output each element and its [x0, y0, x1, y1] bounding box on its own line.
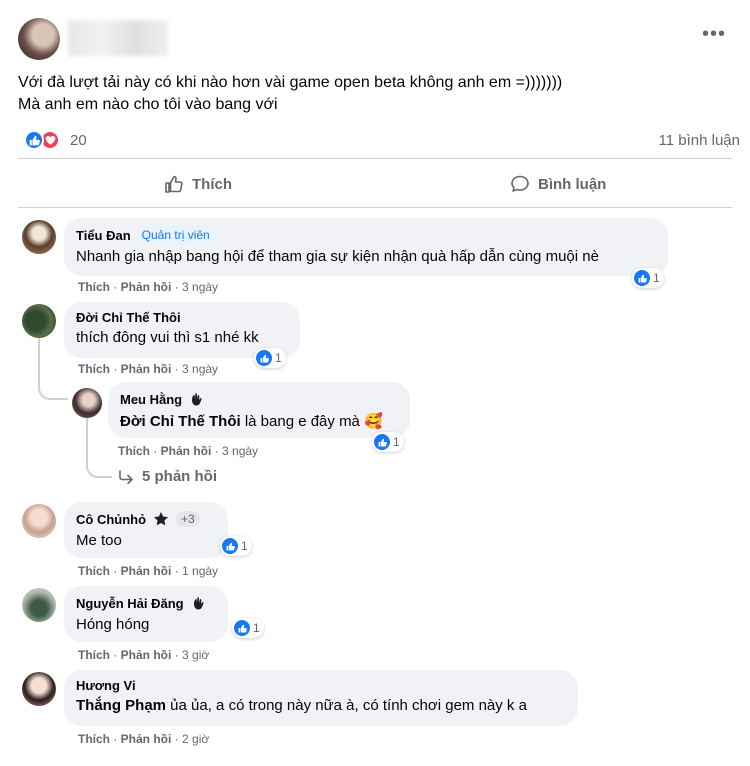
- reply-arrow-icon: [119, 469, 133, 484]
- like-link[interactable]: Thích: [78, 564, 110, 578]
- post-header: •••: [0, 0, 750, 70]
- timestamp[interactable]: 3 ngày: [182, 280, 218, 294]
- comment-item: Nguyễn Hải Đăng Hóng hóng 1 Thích · Phản…: [0, 584, 750, 664]
- comment-item: Cô Chủnhỏ +3 Me too 1 Thích · Phản hồi ·…: [0, 500, 750, 580]
- comment-meta: Thích · Phản hồi · 3 ngày: [78, 362, 219, 376]
- comment-text: thích đông vui thì s1 nhé kk: [76, 329, 259, 346]
- like-reaction-icon: [234, 620, 250, 636]
- comment-text: Me too: [76, 532, 122, 549]
- like-reaction-icon: [256, 350, 272, 366]
- avatar[interactable]: [72, 388, 102, 418]
- comment-text: Hóng hóng: [76, 616, 150, 633]
- comment-meta: Thích · Phản hồi · 3 ngày: [118, 444, 259, 458]
- like-reaction-icon: [24, 130, 44, 150]
- reaction-count: 1: [393, 435, 400, 449]
- reply-link[interactable]: Phản hồi: [121, 362, 172, 376]
- reaction-count: 1: [253, 621, 260, 635]
- comment-bubble: Cô Chủnhỏ +3 Me too: [64, 502, 228, 558]
- mention-link[interactable]: Đời Chỉ Thế Thôi: [120, 413, 241, 430]
- post-text: Với đà lượt tải này có khi nào hơn vài g…: [18, 72, 562, 116]
- comment-icon: [511, 175, 529, 192]
- commenter-name[interactable]: Đời Chỉ Thế Thôi: [76, 310, 181, 325]
- like-reaction-icon: [374, 434, 390, 450]
- comment-text: Nhanh gia nhập bang hội để tham gia sự k…: [76, 248, 599, 265]
- fan-badge-icon: [188, 390, 206, 408]
- comment-reaction[interactable]: 1: [232, 618, 264, 638]
- comment-reaction[interactable]: 1: [254, 348, 286, 368]
- like-button-label: Thích: [192, 175, 232, 193]
- avatar[interactable]: [22, 220, 56, 254]
- comment-meta: Thích · Phản hồi · 3 giờ: [78, 648, 210, 662]
- fan-badge-icon: [190, 594, 208, 612]
- comment-count[interactable]: 11 bình luận: [659, 132, 740, 149]
- avatar[interactable]: [22, 672, 56, 706]
- avatar[interactable]: [22, 304, 56, 338]
- comment-reaction[interactable]: 1: [220, 536, 252, 556]
- comment-item: Hương Vi Thắng Phạm ủa ủa, a có trong nà…: [0, 668, 750, 758]
- admin-badge: Quản trị viên: [136, 226, 215, 244]
- reaction-count: 1: [275, 351, 282, 365]
- post-text-line-2: Mà anh em nào cho tôi vào bang với: [18, 96, 278, 113]
- comment-meta: Thích · Phản hồi · 3 ngày: [78, 280, 219, 294]
- timestamp[interactable]: 3 ngày: [222, 444, 258, 458]
- extra-badges-count[interactable]: +3: [176, 511, 200, 527]
- commenter-name[interactable]: Cô Chủnhỏ: [76, 512, 146, 527]
- reply-item: Meu Hằng Đời Chỉ Thế Thôi là bang e đây …: [0, 382, 750, 462]
- like-button[interactable]: Thích: [164, 166, 232, 202]
- comment-button-label: Bình luận: [538, 175, 607, 193]
- reply-link[interactable]: Phản hồi: [161, 444, 212, 458]
- like-link[interactable]: Thích: [78, 280, 110, 294]
- comment-bubble: Meu Hằng Đời Chỉ Thế Thôi là bang e đây …: [108, 382, 410, 438]
- divider: [18, 158, 732, 159]
- comment-text: là bang e đây mà 🥰: [240, 413, 383, 430]
- reply-link[interactable]: Phản hồi: [121, 732, 172, 746]
- reaction-count: 1: [241, 539, 248, 553]
- post-author-avatar[interactable]: [18, 18, 60, 60]
- like-reaction-icon: [222, 538, 238, 554]
- like-link[interactable]: Thích: [78, 732, 110, 746]
- commenter-name[interactable]: Hương Vi: [76, 678, 136, 693]
- blurred-author-name: [68, 20, 168, 56]
- mention-link[interactable]: Thắng Phạm: [76, 697, 166, 714]
- post-text-line-1: Với đà lượt tải này có khi nào hơn vài g…: [18, 74, 563, 91]
- comment-meta: Thích · Phản hồi · 2 giờ: [78, 732, 210, 746]
- timestamp[interactable]: 1 ngày: [182, 564, 218, 578]
- comment-button[interactable]: Bình luận: [510, 166, 606, 202]
- replies-label: 5 phản hồi: [142, 468, 217, 485]
- more-options-button[interactable]: •••: [702, 24, 726, 44]
- timestamp[interactable]: 3 giờ: [182, 648, 209, 662]
- comment-item: Đời Chỉ Thế Thôi thích đông vui thì s1 n…: [0, 300, 750, 380]
- timestamp[interactable]: 3 ngày: [182, 362, 218, 376]
- commenter-name[interactable]: Tiểu Đan: [76, 228, 131, 243]
- thumbs-up-icon: [165, 175, 183, 193]
- commenter-name[interactable]: Meu Hằng: [120, 392, 182, 407]
- reaction-count: 1: [653, 271, 660, 285]
- reaction-icons[interactable]: [24, 130, 64, 152]
- like-reaction-icon: [634, 270, 650, 286]
- comment-meta: Thích · Phản hồi · 1 ngày: [78, 564, 219, 578]
- comment-bubble: Tiểu Đan Quản trị viên Nhanh gia nhập ba…: [64, 218, 668, 276]
- reply-link[interactable]: Phản hồi: [121, 648, 172, 662]
- avatar[interactable]: [22, 504, 56, 538]
- like-link[interactable]: Thích: [78, 648, 110, 662]
- view-replies-link[interactable]: 5 phản hồi: [118, 468, 217, 485]
- divider: [18, 207, 732, 208]
- like-link[interactable]: Thích: [78, 362, 110, 376]
- commenter-name[interactable]: Nguyễn Hải Đăng: [76, 596, 184, 611]
- like-link[interactable]: Thích: [118, 444, 150, 458]
- avatar[interactable]: [22, 588, 56, 622]
- reply-link[interactable]: Phản hồi: [121, 280, 172, 294]
- reply-link[interactable]: Phản hồi: [121, 564, 172, 578]
- star-badge-icon: [152, 510, 170, 528]
- comment-reaction[interactable]: 1: [632, 268, 664, 288]
- reaction-summary: 20 11 bình luận: [0, 122, 750, 158]
- timestamp[interactable]: 2 giờ: [182, 732, 209, 746]
- comment-text: ủa ủa, a có trong này nữa à, có tính chơ…: [166, 697, 527, 714]
- comment-item: Tiểu Đan Quản trị viên Nhanh gia nhập ba…: [0, 218, 750, 298]
- comment-bubble: Nguyễn Hải Đăng Hóng hóng: [64, 586, 228, 642]
- comment-bubble: Hương Vi Thắng Phạm ủa ủa, a có trong nà…: [64, 670, 578, 726]
- reaction-count[interactable]: 20: [70, 132, 87, 149]
- comment-reaction[interactable]: 1: [372, 432, 404, 452]
